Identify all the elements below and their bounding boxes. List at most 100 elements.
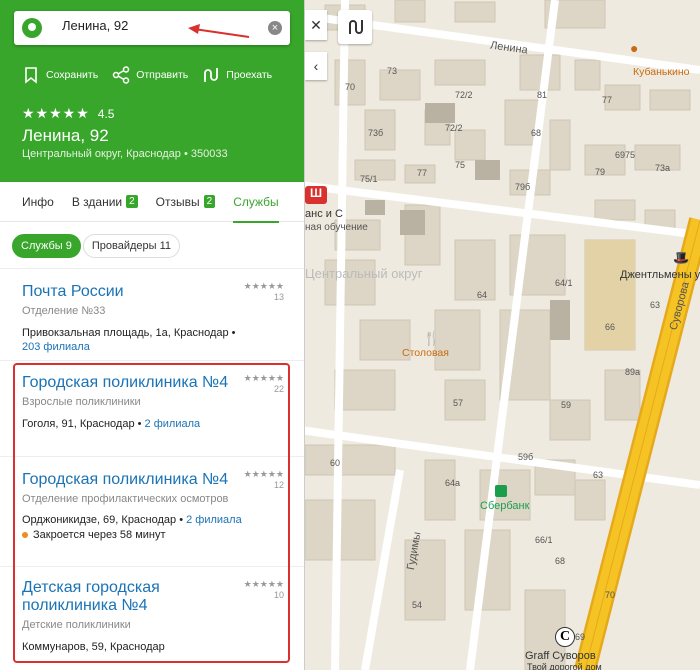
item-branches-link[interactable]: 2 филиала (145, 418, 201, 430)
item-name-link[interactable]: Почта России (22, 283, 237, 301)
side-panel: × Сохранить Отправить Проехать ★★★★★ 4.5 (0, 0, 305, 670)
house-number: 54 (412, 600, 423, 610)
item-category: Отделение №33 (22, 305, 106, 317)
list-item[interactable]: Городская поликлиника №4 Отделение профи… (0, 457, 304, 567)
house-number: 59 (561, 400, 572, 410)
red-arrow-annotation (188, 24, 250, 38)
school-marker-icon[interactable]: Ш (305, 186, 327, 204)
item-rating: ★★★★★ 13 (244, 281, 284, 302)
house-number: 72/2 (455, 90, 473, 100)
place-address: Центральный округ, Краснодар • 350033 (22, 148, 228, 160)
location-pin-icon (22, 18, 42, 38)
item-review-count: 10 (273, 590, 284, 600)
route-button[interactable]: Проехать (202, 66, 272, 84)
rating-value: 4.5 (97, 106, 115, 121)
list-item[interactable]: Детская городская поликлиника №4 Детские… (0, 567, 304, 667)
house-number: 68 (531, 128, 542, 138)
item-review-count: 13 (273, 292, 284, 302)
poi-kuban-label[interactable]: Кубанькино (633, 66, 689, 78)
house-number: 59б (518, 452, 534, 462)
house-number: 60 (330, 458, 341, 468)
house-number: 79б (515, 182, 531, 192)
item-branches-link[interactable]: 203 филиала (22, 341, 282, 353)
item-address-text: Орджоникидзе, 69, Краснодар (22, 514, 177, 526)
tab-label: Отзывы (155, 194, 200, 209)
item-address-text: Коммунаров, 59, Краснодар (22, 641, 165, 653)
item-stars-icon: ★★★★★ (243, 469, 284, 479)
collapse-panel-button[interactable]: ‹ (305, 52, 327, 80)
tab-reviews[interactable]: Отзывы 2 (156, 182, 216, 222)
item-name-link[interactable]: Городская поликлиника №4 (22, 471, 237, 489)
share-button[interactable]: Отправить (112, 66, 188, 84)
item-address: Гоголя, 91, Краснодар • 2 филиала (22, 418, 201, 430)
item-review-count: 22 (273, 384, 284, 394)
item-stars-icon: ★★★★★ (243, 281, 284, 291)
tab-label: Инфо (22, 194, 54, 209)
sber-icon[interactable] (495, 485, 507, 497)
poi-kuban-icon[interactable]: ● (630, 40, 638, 56)
filter-providers-chip[interactable]: Провайдеры 11 (82, 234, 181, 258)
poi-graff-label[interactable]: Graff Суворов (525, 650, 596, 662)
graff-icon[interactable]: C (555, 627, 575, 647)
tab-label: В здании (71, 194, 123, 209)
item-address: Коммунаров, 59, Краснодар (22, 641, 282, 653)
list-item[interactable]: Почта России Отделение №33 Привокзальная… (0, 269, 304, 361)
item-address: Привокзальная площадь, 1а, Краснодар • (22, 327, 236, 339)
item-category: Отделение профилактических осмотров (22, 493, 229, 505)
tab-in-building[interactable]: В здании 2 (72, 182, 138, 222)
item-branches-link[interactable]: 2 филиала (186, 514, 242, 526)
house-number: 79 (595, 167, 606, 177)
item-rating: ★★★★★ 10 (244, 579, 284, 600)
house-number: 75/1 (360, 174, 378, 184)
action-bar: Сохранить Отправить Проехать (22, 66, 286, 84)
poi-sber-label[interactable]: Сбербанк (480, 500, 529, 512)
house-number: 77 (417, 168, 428, 178)
share-label: Отправить (136, 69, 189, 81)
item-stars-icon: ★★★★★ (243, 579, 284, 589)
house-number: 70 (605, 590, 616, 600)
house-number: 64 (477, 290, 488, 300)
clear-search-icon[interactable]: × (268, 21, 282, 35)
route-mode-button[interactable] (338, 10, 372, 44)
list-item[interactable]: Городская поликлиника №4 Взрослые поликл… (0, 361, 304, 457)
place-title: Ленина, 92 (22, 126, 109, 145)
poi-gentleman-label[interactable]: Джентльмены у (620, 269, 700, 281)
item-name-link[interactable]: Детская городская поликлиника №4 (22, 579, 237, 615)
chevron-left-icon: ‹ (313, 58, 319, 74)
save-button[interactable]: Сохранить (22, 66, 98, 84)
close-panel-button[interactable]: ✕ (305, 10, 327, 40)
item-stars-icon: ★★★★★ (243, 373, 284, 383)
house-number: 63 (650, 300, 661, 310)
item-rating: ★★★★★ 12 (244, 469, 284, 490)
search-box[interactable]: × (14, 11, 290, 45)
gentleman-icon[interactable]: 🎩 (673, 250, 689, 266)
filter-services-chip[interactable]: Службы 9 (12, 234, 81, 258)
poi-stolovaya-label[interactable]: Столовая (402, 347, 449, 359)
house-number: 64/1 (555, 278, 573, 288)
stolovaya-icon[interactable]: 🍴 (423, 330, 440, 347)
item-hours-text: Закроется через 58 минут (33, 529, 166, 541)
tab-info[interactable]: Инфо (22, 182, 54, 222)
house-number: 75 (625, 150, 636, 160)
tab-services[interactable]: Службы (233, 182, 280, 223)
house-number: 64а (445, 478, 461, 488)
house-number: 77 (602, 95, 613, 105)
tab-label: Службы (233, 194, 279, 209)
item-name-link[interactable]: Городская поликлиника №4 (22, 374, 237, 392)
map-background (305, 0, 700, 670)
route-icon (349, 20, 363, 34)
house-number: 69 (575, 632, 586, 642)
item-address: Орджоникидзе, 69, Краснодар • 2 филиала (22, 514, 242, 526)
house-number: 75 (455, 160, 466, 170)
bookmark-icon (25, 67, 37, 84)
map-canvas[interactable]: Ленина Суворова Гудимы Центральный округ… (305, 0, 700, 670)
poi-school-label[interactable]: анс и С (305, 208, 343, 220)
save-label: Сохранить (46, 69, 99, 81)
house-number: 66 (605, 322, 616, 332)
poi-school-sub: ная обучение (305, 222, 368, 233)
share-icon (112, 66, 130, 84)
route-label: Проехать (226, 69, 273, 81)
rating-stars-icon: ★★★★★ (22, 105, 90, 121)
item-review-count: 12 (273, 480, 284, 490)
count-badge: 2 (203, 195, 216, 208)
